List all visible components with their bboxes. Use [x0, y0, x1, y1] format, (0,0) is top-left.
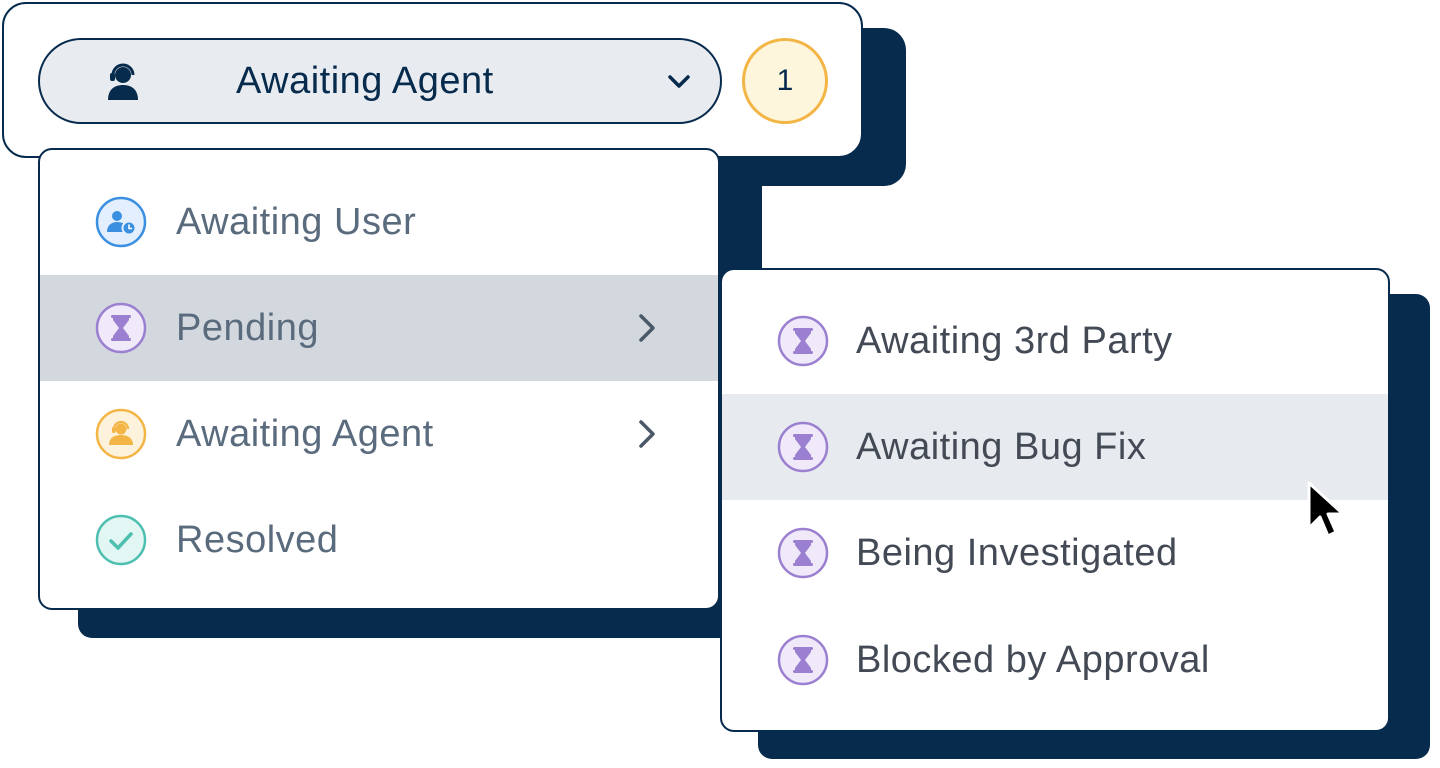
ticket-count-badge: 1 — [742, 38, 828, 124]
agent-headset-icon — [95, 408, 147, 460]
agent-headset-icon — [108, 63, 138, 100]
pending-submenu: Awaiting 3rd Party Awaiting Bug Fix Bein… — [720, 268, 1390, 732]
selected-status-label: Awaiting Agent — [236, 60, 494, 102]
user-clock-icon — [95, 196, 147, 248]
hourglass-icon — [777, 421, 829, 473]
menu-item-label: Awaiting User — [176, 201, 417, 243]
submenu-item-being-investigated[interactable]: Being Investigated — [722, 500, 1388, 606]
submenu-item-awaiting-bug-fix[interactable]: Awaiting Bug Fix — [722, 394, 1388, 500]
hourglass-icon — [777, 315, 829, 367]
chevron-down-icon — [668, 75, 690, 88]
submenu-item-label: Being Investigated — [856, 532, 1178, 574]
menu-item-awaiting-agent[interactable]: Awaiting Agent — [40, 381, 718, 487]
mouse-cursor-icon — [1307, 481, 1345, 538]
status-select[interactable]: Awaiting Agent — [38, 38, 722, 124]
menu-item-awaiting-user[interactable]: Awaiting User — [40, 169, 718, 275]
check-circle-icon — [95, 514, 147, 566]
status-menu: Awaiting User Pending Awaiting Agent Res… — [38, 148, 720, 610]
menu-item-label: Pending — [176, 307, 319, 349]
hourglass-icon — [777, 527, 829, 579]
submenu-item-blocked-by-approval[interactable]: Blocked by Approval — [722, 607, 1388, 713]
menu-item-resolved[interactable]: Resolved — [40, 487, 718, 593]
menu-item-pending[interactable]: Pending — [40, 275, 718, 381]
menu-item-label: Resolved — [176, 519, 339, 561]
submenu-item-label: Awaiting Bug Fix — [856, 426, 1147, 468]
hourglass-icon — [95, 302, 147, 354]
chevron-right-icon — [639, 420, 655, 448]
menu-item-label: Awaiting Agent — [176, 413, 434, 455]
status-dropdown-stage: Awaiting Agent 1 Awaiting User Pending A… — [0, 0, 1440, 768]
chevron-right-icon — [639, 314, 655, 342]
submenu-item-awaiting-3rd-party[interactable]: Awaiting 3rd Party — [722, 288, 1388, 394]
hourglass-icon — [777, 634, 829, 686]
submenu-item-label: Blocked by Approval — [856, 639, 1210, 681]
submenu-item-label: Awaiting 3rd Party — [856, 320, 1173, 362]
